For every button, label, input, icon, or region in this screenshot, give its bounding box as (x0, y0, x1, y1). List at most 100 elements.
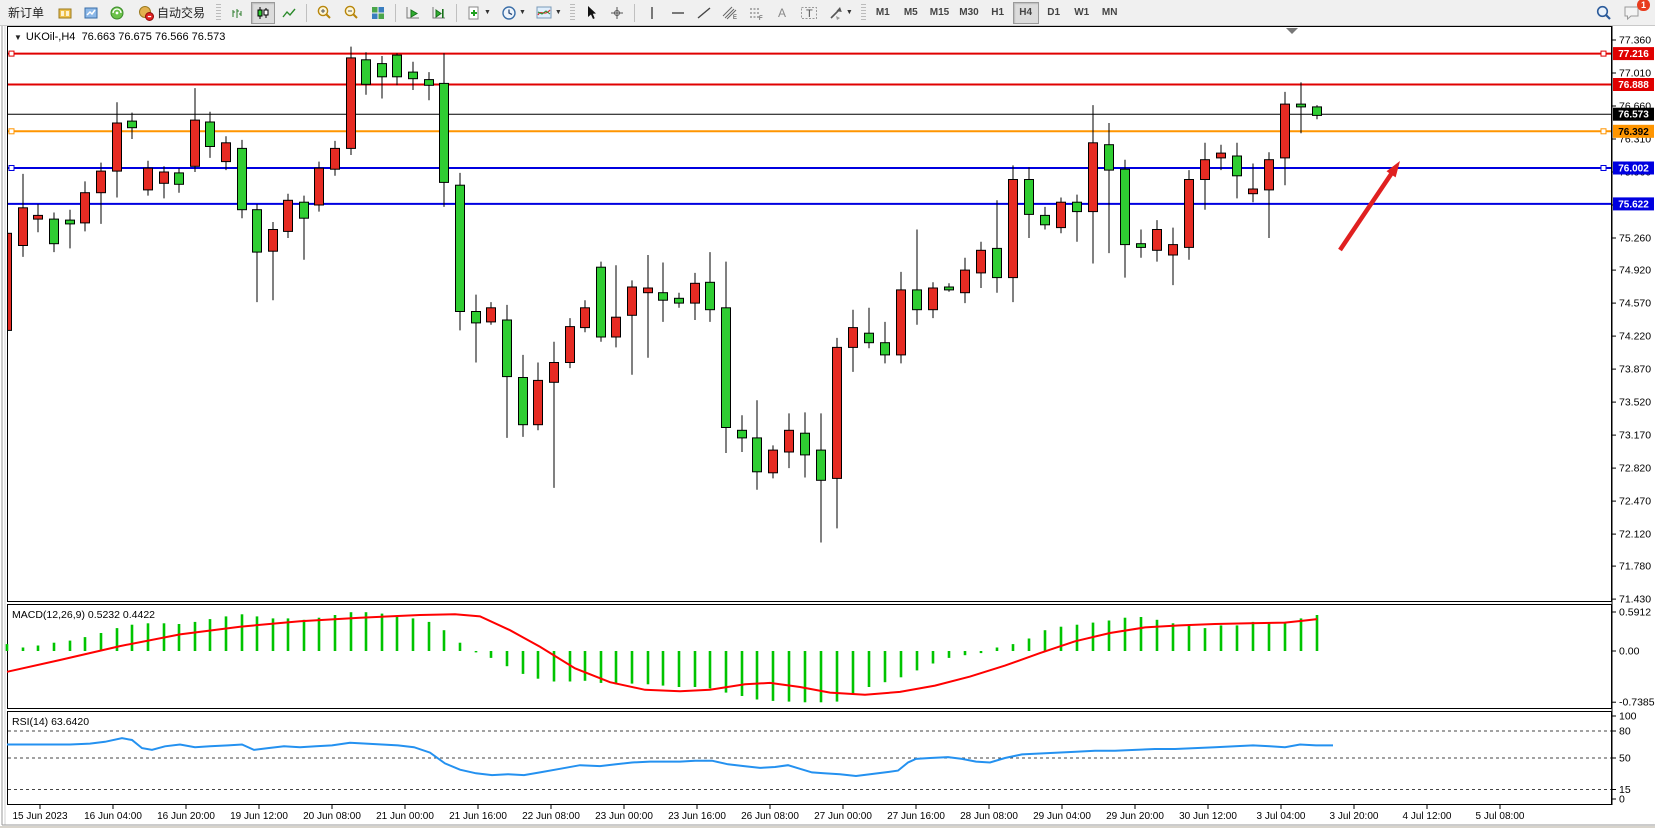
svg-text:77.216: 77.216 (1618, 49, 1649, 60)
svg-text:77.360: 77.360 (1619, 35, 1651, 47)
svg-text:72.820: 72.820 (1619, 463, 1651, 475)
timeframe-m1[interactable]: M1 (870, 2, 896, 24)
timeframe-m30[interactable]: M30 (955, 2, 982, 24)
charts-button[interactable] (53, 2, 77, 24)
notifications-button[interactable]: 1 (1619, 2, 1645, 24)
crosshair-button[interactable] (605, 2, 629, 24)
svg-text:26 Jun 08:00: 26 Jun 08:00 (741, 811, 799, 822)
market-watch-icon (83, 5, 99, 21)
horizontal-line-icon (670, 6, 686, 20)
trendline-button[interactable] (692, 2, 716, 24)
new-order-button[interactable]: 新订单 (1, 2, 51, 24)
zoom-out-button[interactable] (339, 2, 364, 24)
svg-text:74.570: 74.570 (1619, 298, 1651, 310)
dropdown-caret-icon: ▼ (519, 9, 526, 16)
arrows-icon (828, 5, 844, 21)
chart-shift-button[interactable] (427, 2, 451, 24)
svg-text:A: A (778, 6, 786, 20)
text-button[interactable]: A (770, 2, 794, 24)
svg-text:F: F (759, 16, 763, 21)
horizontal-line-button[interactable] (666, 2, 690, 24)
timeframe-m5[interactable]: M5 (898, 2, 924, 24)
line-chart-icon (281, 5, 297, 21)
arrows-button[interactable]: ▼ (824, 2, 857, 24)
text-icon: A (775, 5, 789, 20)
svg-text:75.260: 75.260 (1619, 233, 1651, 245)
svg-text:76.888: 76.888 (1618, 80, 1649, 91)
timeframe-d1[interactable]: D1 (1041, 2, 1067, 24)
dropdown-caret-icon: ▼ (846, 9, 853, 16)
zoom-in-icon (316, 4, 333, 21)
toolbar-grip[interactable] (861, 4, 866, 22)
periods-button[interactable]: ▼ (497, 2, 530, 24)
toolbar-grip[interactable] (570, 4, 575, 22)
bar-chart-button[interactable] (225, 2, 249, 24)
new-template-icon (466, 5, 482, 21)
cursor-icon (584, 5, 598, 20)
dropdown-caret-icon: ▼ (484, 9, 491, 16)
svg-text:0: 0 (1619, 794, 1625, 806)
search-icon (1595, 4, 1613, 22)
chart-canvas[interactable]: 77.36077.01076.66076.31075.96075.61075.2… (0, 0, 1655, 828)
svg-text:74.220: 74.220 (1619, 331, 1651, 343)
navigator-button[interactable] (105, 2, 129, 24)
tile-windows-button[interactable] (366, 2, 390, 24)
new-template-button[interactable]: ▼ (462, 2, 495, 24)
line-chart-button[interactable] (277, 2, 301, 24)
timeframe-h1[interactable]: H1 (985, 2, 1011, 24)
svg-text:80: 80 (1619, 726, 1631, 738)
candlestick-chart-icon (255, 5, 271, 21)
text-label-button[interactable]: T (796, 2, 822, 24)
fibonacci-icon: F (748, 5, 764, 21)
symbol-dropdown-icon[interactable]: ▼ (14, 33, 22, 42)
svg-text:27 Jun 16:00: 27 Jun 16:00 (887, 811, 945, 822)
svg-text:50: 50 (1619, 753, 1631, 765)
indicators-button[interactable]: ▼ (532, 2, 566, 24)
crosshair-icon (609, 5, 625, 21)
notification-badge: 1 (1637, 0, 1650, 11)
svg-text:5 Jul 08:00: 5 Jul 08:00 (1476, 811, 1525, 822)
candlestick-chart-button[interactable] (251, 2, 275, 24)
timeframe-h4[interactable]: H4 (1013, 2, 1039, 24)
svg-text:74.920: 74.920 (1619, 265, 1651, 277)
svg-text:0.5912: 0.5912 (1619, 607, 1651, 619)
cursor-button[interactable] (579, 2, 603, 24)
channel-button[interactable]: E (718, 2, 742, 24)
market-watch-button[interactable] (79, 2, 103, 24)
vertical-line-button[interactable] (640, 2, 664, 24)
svg-text:23 Jun 16:00: 23 Jun 16:00 (668, 811, 726, 822)
navigator-icon (109, 5, 125, 21)
svg-text:21 Jun 00:00: 21 Jun 00:00 (376, 811, 434, 822)
zoom-in-button[interactable] (312, 2, 337, 24)
timeframe-m15[interactable]: M15 (926, 2, 953, 24)
svg-text:22 Jun 08:00: 22 Jun 08:00 (522, 811, 580, 822)
timeframe-w1[interactable]: W1 (1069, 2, 1095, 24)
dropdown-caret-icon: ▼ (555, 9, 562, 16)
svg-text:15 Jun 2023: 15 Jun 2023 (12, 811, 67, 822)
autotrading-button[interactable]: 自动交易 (131, 2, 212, 24)
autotrading-icon (138, 5, 154, 21)
svg-text:3 Jul 20:00: 3 Jul 20:00 (1330, 811, 1379, 822)
charts-icon (57, 5, 73, 21)
macd-indicator-label: MACD(12,26,9) 0.5232 0.4422 (12, 609, 155, 621)
fibonacci-button[interactable]: F (744, 2, 768, 24)
zoom-out-icon (343, 4, 360, 21)
toolbar-grip[interactable] (216, 4, 221, 22)
auto-scroll-button[interactable] (401, 2, 425, 24)
chart-shift-icon (431, 5, 447, 21)
svg-text:73.870: 73.870 (1619, 364, 1651, 376)
svg-text:73.520: 73.520 (1619, 397, 1651, 409)
toolbar: 新订单 自动交易 (0, 0, 1655, 26)
svg-text:29 Jun 20:00: 29 Jun 20:00 (1106, 811, 1164, 822)
svg-text:73.170: 73.170 (1619, 430, 1651, 442)
svg-text:100: 100 (1619, 711, 1637, 723)
indicators-icon (536, 5, 553, 21)
svg-text:76.573: 76.573 (1618, 110, 1649, 121)
autotrading-label: 自动交易 (157, 4, 205, 21)
svg-text:20 Jun 08:00: 20 Jun 08:00 (303, 811, 361, 822)
svg-text:23 Jun 00:00: 23 Jun 00:00 (595, 811, 653, 822)
timeframe-mn[interactable]: MN (1097, 2, 1123, 24)
search-button[interactable] (1591, 2, 1617, 24)
svg-text:0.00: 0.00 (1619, 646, 1640, 658)
svg-text:71.430: 71.430 (1619, 594, 1651, 606)
